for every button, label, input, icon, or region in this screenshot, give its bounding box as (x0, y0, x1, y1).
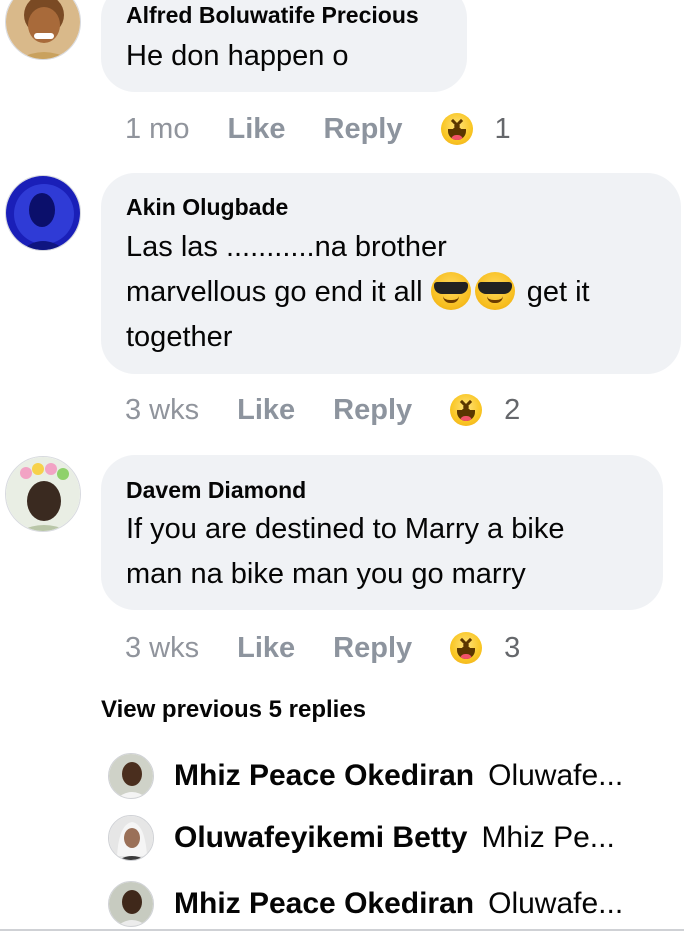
comment-text-segment: marvellous go end it all (126, 276, 423, 308)
comment-actions: 1 mo Like Reply 1 (125, 109, 511, 149)
reply-preview-text: Oluwafe... (488, 759, 624, 792)
comment-text: Las las ...........na brother marvellous… (126, 225, 661, 360)
like-button[interactable]: Like (237, 632, 295, 665)
reaction-count[interactable]: 2 (504, 394, 520, 427)
comment-timestamp[interactable]: 3 wks (125, 632, 199, 665)
like-button[interactable]: Like (227, 113, 285, 146)
haha-emoji-icon[interactable] (450, 632, 483, 664)
comment-text-line: man na bike man you go marry (126, 558, 526, 590)
comment-actions: 3 wks Like Reply 2 (125, 390, 520, 430)
smiling-face-with-sunglasses-icon (430, 272, 471, 310)
comment-bubble: Alfred Boluwatife Precious He don happen… (101, 0, 467, 92)
reply-button[interactable]: Reply (333, 632, 412, 665)
comment-text-segment: get it (526, 276, 590, 308)
reply-author[interactable]: Mhiz Peace Okediran (174, 887, 474, 921)
reaction-count[interactable]: 1 (495, 113, 511, 146)
avatar[interactable] (108, 753, 154, 799)
avatar[interactable] (108, 815, 154, 861)
comment-timestamp[interactable]: 1 mo (125, 113, 189, 146)
comment-text-line: Las las ...........na brother (126, 231, 447, 263)
divider (0, 929, 684, 931)
comment-author[interactable]: Alfred Boluwatife Precious (126, 1, 419, 29)
view-previous-replies-link[interactable]: View previous 5 replies (101, 696, 366, 724)
comment-bubble: Akin Olugbade Las las ...........na brot… (101, 173, 681, 374)
like-button[interactable]: Like (237, 394, 295, 427)
reply-preview-text: Oluwafe... (488, 887, 624, 920)
avatar[interactable] (108, 881, 154, 927)
haha-emoji-icon[interactable] (440, 113, 473, 145)
avatar[interactable] (5, 175, 81, 251)
comment-author[interactable]: Akin Olugbade (126, 193, 288, 221)
comment-text: He don happen o (126, 40, 349, 72)
reply-author[interactable]: Mhiz Peace Okediran (174, 759, 474, 793)
reply-preview-text: Mhiz Pe... (481, 821, 615, 854)
comment-author[interactable]: Davem Diamond (126, 476, 306, 504)
reply-button[interactable]: Reply (333, 394, 412, 427)
reply-preview-row[interactable]: Oluwafeyikemi Betty Mhiz Pe... (108, 814, 668, 862)
haha-emoji-icon[interactable] (450, 394, 483, 426)
reply-preview-row[interactable]: Mhiz Peace Okediran Oluwafe... (108, 752, 668, 800)
avatar[interactable] (5, 0, 81, 60)
avatar[interactable] (5, 456, 81, 532)
reply-author[interactable]: Oluwafeyikemi Betty (174, 821, 467, 855)
comment-timestamp[interactable]: 3 wks (125, 394, 199, 427)
comment-text-line: If you are destined to Marry a bike (126, 513, 565, 545)
reaction-count[interactable]: 3 (504, 632, 520, 665)
reply-button[interactable]: Reply (324, 113, 403, 146)
comment-text-line: marvellous go end it all get it (126, 270, 661, 315)
comment-actions: 3 wks Like Reply 3 (125, 628, 520, 668)
comment-bubble: Davem Diamond If you are destined to Mar… (101, 455, 663, 610)
reply-preview-row[interactable]: Mhiz Peace Okediran Oluwafe... (108, 880, 668, 928)
smiling-face-with-sunglasses-icon (474, 272, 515, 310)
comment-text: If you are destined to Marry a bike man … (126, 507, 643, 597)
comment-text-line: together (126, 321, 233, 353)
